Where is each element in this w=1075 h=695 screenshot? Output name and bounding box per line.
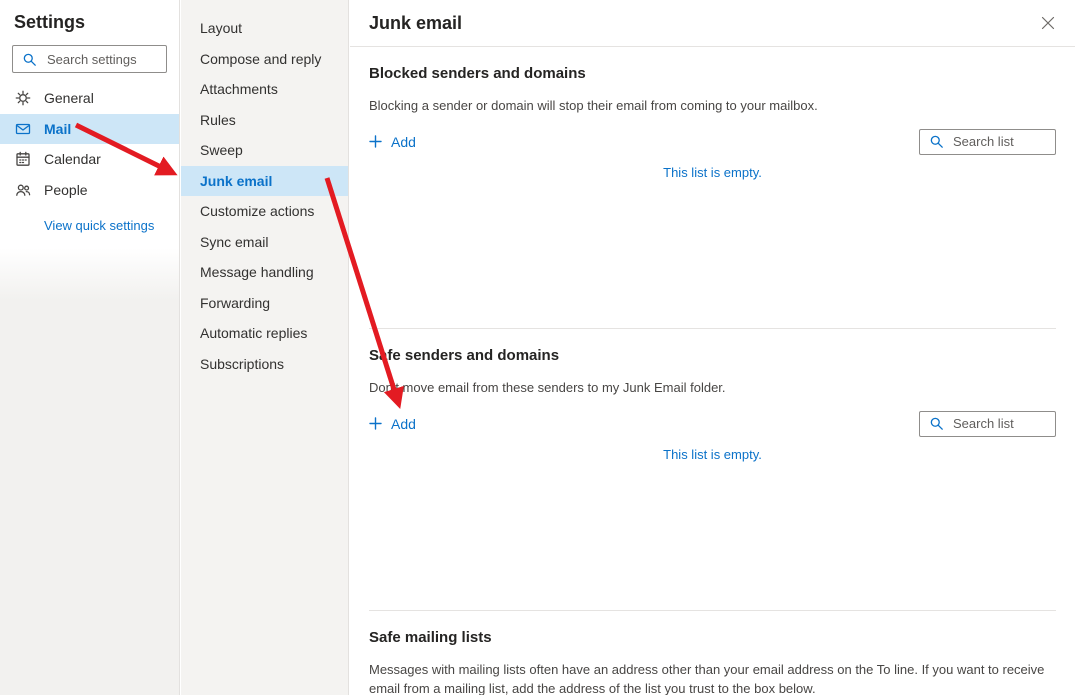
sidebar-item-label: People — [44, 182, 88, 198]
category-item-label: Automatic replies — [200, 325, 307, 341]
junk-email-panel: Junk email Blocked senders and domainsBl… — [350, 0, 1075, 695]
add-button[interactable]: Add — [369, 134, 416, 150]
category-item-label: Customize actions — [200, 203, 314, 219]
category-item-subscriptions[interactable]: Subscriptions — [181, 349, 348, 380]
settings-search-input[interactable] — [45, 51, 160, 68]
category-item-junk-email[interactable]: Junk email — [181, 166, 348, 197]
search-icon — [22, 52, 37, 67]
category-item-label: Message handling — [200, 264, 314, 280]
category-item-label: Forwarding — [200, 295, 270, 311]
add-row: Add — [369, 411, 1056, 437]
search-icon — [929, 416, 944, 431]
calendar-icon — [15, 151, 31, 167]
panel-header: Junk email — [350, 0, 1075, 47]
list-search-box[interactable] — [919, 129, 1056, 155]
category-item-sync-email[interactable]: Sync email — [181, 227, 348, 258]
list-search-input[interactable] — [951, 415, 1050, 432]
section-heading: Safe mailing lists — [369, 611, 1056, 646]
section-safe-senders-and-domains: Safe senders and domains Don't move email… — [369, 329, 1056, 611]
settings-search-box[interactable] — [12, 45, 167, 73]
list-search-box[interactable] — [919, 411, 1056, 437]
category-item-message-handling[interactable]: Message handling — [181, 257, 348, 288]
category-item-label: Rules — [200, 112, 236, 128]
sidebar-item-label: Calendar — [44, 151, 101, 167]
section-heading: Blocked senders and domains — [369, 47, 1056, 82]
category-item-label: Junk email — [200, 173, 272, 189]
section-description: Don't move email from these senders to m… — [369, 379, 1056, 398]
sidebar-item-label: Mail — [44, 121, 71, 137]
category-item-label: Sync email — [200, 234, 268, 250]
add-row: Add — [369, 129, 1056, 155]
section-safe-mailing-lists: Safe mailing lists Messages with mailing … — [369, 611, 1056, 695]
mail-icon — [15, 121, 31, 137]
close-icon — [1041, 16, 1055, 30]
section-description: Blocking a sender or domain will stop th… — [369, 97, 1056, 116]
gear-icon — [15, 90, 31, 106]
settings-window: Settings General Mail Calendar People View … — [0, 0, 1075, 695]
category-item-label: Sweep — [200, 142, 243, 158]
settings-sidebar: Settings General Mail Calendar People View … — [0, 0, 180, 695]
people-icon — [15, 182, 31, 198]
add-button-label: Add — [391, 416, 416, 432]
empty-list-message: This list is empty. — [369, 165, 1056, 180]
category-item-label: Attachments — [200, 81, 278, 97]
sidebar-item-general[interactable]: General — [0, 83, 179, 114]
category-item-compose-and-reply[interactable]: Compose and reply — [181, 44, 348, 75]
mail-settings-categories: Layout Compose and reply Attachments Rules S… — [181, 0, 349, 695]
sidebar-item-calendar[interactable]: Calendar — [0, 144, 179, 175]
sidebar-nav: General Mail Calendar People — [0, 83, 179, 205]
sidebar-item-mail[interactable]: Mail — [0, 114, 179, 145]
category-item-customize-actions[interactable]: Customize actions — [181, 196, 348, 227]
add-button[interactable]: Add — [369, 416, 416, 432]
category-item-rules[interactable]: Rules — [181, 105, 348, 136]
section-heading: Safe senders and domains — [369, 329, 1056, 364]
category-item-sweep[interactable]: Sweep — [181, 135, 348, 166]
section-description: Messages with mailing lists often have a… — [369, 661, 1056, 695]
list-search-input[interactable] — [951, 133, 1050, 150]
category-item-label: Compose and reply — [200, 51, 321, 67]
panel-sections: Blocked senders and domains Blocking a se… — [350, 47, 1075, 695]
category-item-label: Subscriptions — [200, 356, 284, 372]
sidebar-item-label: General — [44, 90, 94, 106]
category-item-layout[interactable]: Layout — [181, 13, 348, 44]
section-blocked-senders-and-domains: Blocked senders and domains Blocking a se… — [369, 47, 1056, 329]
category-item-attachments[interactable]: Attachments — [181, 74, 348, 105]
view-quick-settings-link[interactable]: View quick settings — [44, 218, 154, 233]
add-plus-icon — [369, 135, 382, 148]
category-item-automatic-replies[interactable]: Automatic replies — [181, 318, 348, 349]
panel-title: Junk email — [369, 13, 462, 34]
close-button[interactable] — [1035, 12, 1061, 34]
add-plus-icon — [369, 417, 382, 430]
category-item-label: Layout — [200, 20, 242, 36]
category-item-forwarding[interactable]: Forwarding — [181, 288, 348, 319]
empty-list-message: This list is empty. — [369, 447, 1056, 462]
search-icon — [929, 134, 944, 149]
sidebar-item-people[interactable]: People — [0, 175, 179, 206]
settings-title: Settings — [14, 12, 179, 33]
add-button-label: Add — [391, 134, 416, 150]
